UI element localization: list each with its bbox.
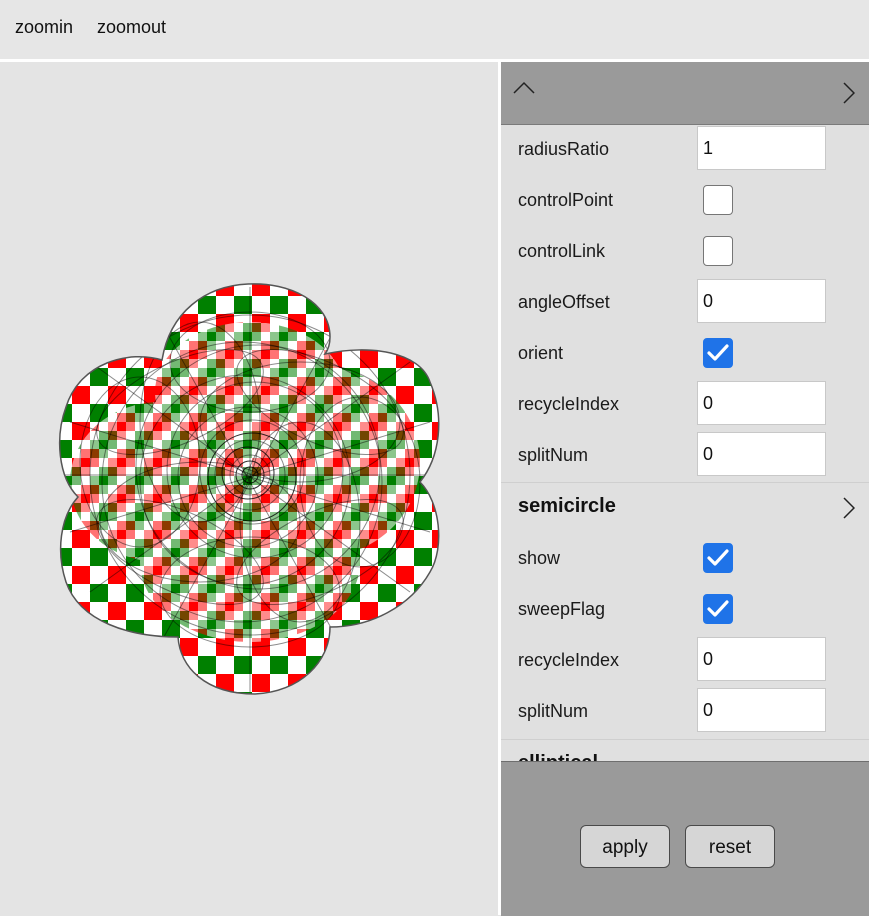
radiusRatio-input[interactable]: 1 [697, 126, 826, 170]
field-row-angleOffset: angleOffset 0 [501, 278, 869, 329]
field-row-controlLink: controlLink [501, 227, 869, 278]
field-label: controlLink [518, 241, 606, 261]
chevron-right-icon[interactable] [843, 82, 856, 109]
section-semicircle[interactable]: semicircle [501, 482, 869, 534]
field-label: angleOffset [518, 292, 610, 312]
reset-button[interactable]: reset [685, 825, 775, 868]
field-label: recycleIndex [518, 394, 620, 414]
field-label: splitNum [518, 445, 589, 465]
orient-checkbox[interactable] [703, 338, 733, 368]
panel-header [501, 62, 869, 125]
field-label: orient [518, 343, 564, 363]
field-row-radiusRatio: radiusRatio 1 [501, 125, 869, 176]
apply-button[interactable]: apply [580, 825, 670, 868]
checkmark-icon [707, 344, 729, 361]
drawing-canvas[interactable] [0, 62, 501, 915]
field-row-controlPoint: controlPoint [501, 176, 869, 227]
section-title: semicircle [518, 495, 616, 517]
show-checkbox[interactable] [703, 543, 733, 573]
panel-footer: apply reset [501, 761, 869, 916]
field-row-semicircle-splitNum: splitNum 0 [501, 687, 869, 738]
chevron-right-icon[interactable] [843, 497, 856, 524]
field-row-sweepFlag: sweepFlag [501, 585, 869, 636]
chevron-up-icon[interactable] [513, 81, 535, 100]
field-label: recycleIndex [518, 650, 620, 670]
field-row-semicircle-recycleIndex: recycleIndex 0 [501, 636, 869, 687]
field-label: radiusRatio [518, 139, 610, 159]
checkmark-icon [707, 600, 729, 617]
field-row-splitNum: splitNum 0 [501, 431, 869, 482]
section-elliptical[interactable]: elliptical [501, 739, 869, 761]
field-row-orient: orient [501, 329, 869, 380]
semicircle-splitNum-input[interactable]: 0 [697, 688, 826, 732]
field-label: show [518, 548, 561, 568]
flower-pattern [58, 283, 440, 695]
field-label: sweepFlag [518, 599, 606, 619]
angleOffset-input[interactable]: 0 [697, 279, 826, 323]
semicircle-recycleIndex-input[interactable]: 0 [697, 637, 826, 681]
checkmark-icon [707, 549, 729, 566]
zoomin-menu-item[interactable]: zoomin [15, 17, 73, 38]
field-label: splitNum [518, 701, 589, 721]
controlLink-checkbox[interactable] [703, 236, 733, 266]
recycleIndex-input[interactable]: 0 [697, 381, 826, 425]
field-label: controlPoint [518, 190, 614, 210]
field-row-show: show [501, 534, 869, 585]
panel-scroll-area[interactable]: radiusRatio 1 controlPoint controlLink a… [501, 125, 869, 761]
controlPoint-checkbox[interactable] [703, 185, 733, 215]
splitNum-input[interactable]: 0 [697, 432, 826, 476]
zoomout-menu-item[interactable]: zoomout [97, 17, 166, 38]
top-menu-bar: zoomin zoomout [0, 0, 869, 62]
section-title: elliptical [518, 752, 598, 761]
sweepFlag-checkbox[interactable] [703, 594, 733, 624]
field-row-recycleIndex: recycleIndex 0 [501, 380, 869, 431]
control-panel: radiusRatio 1 controlPoint controlLink a… [501, 62, 869, 916]
